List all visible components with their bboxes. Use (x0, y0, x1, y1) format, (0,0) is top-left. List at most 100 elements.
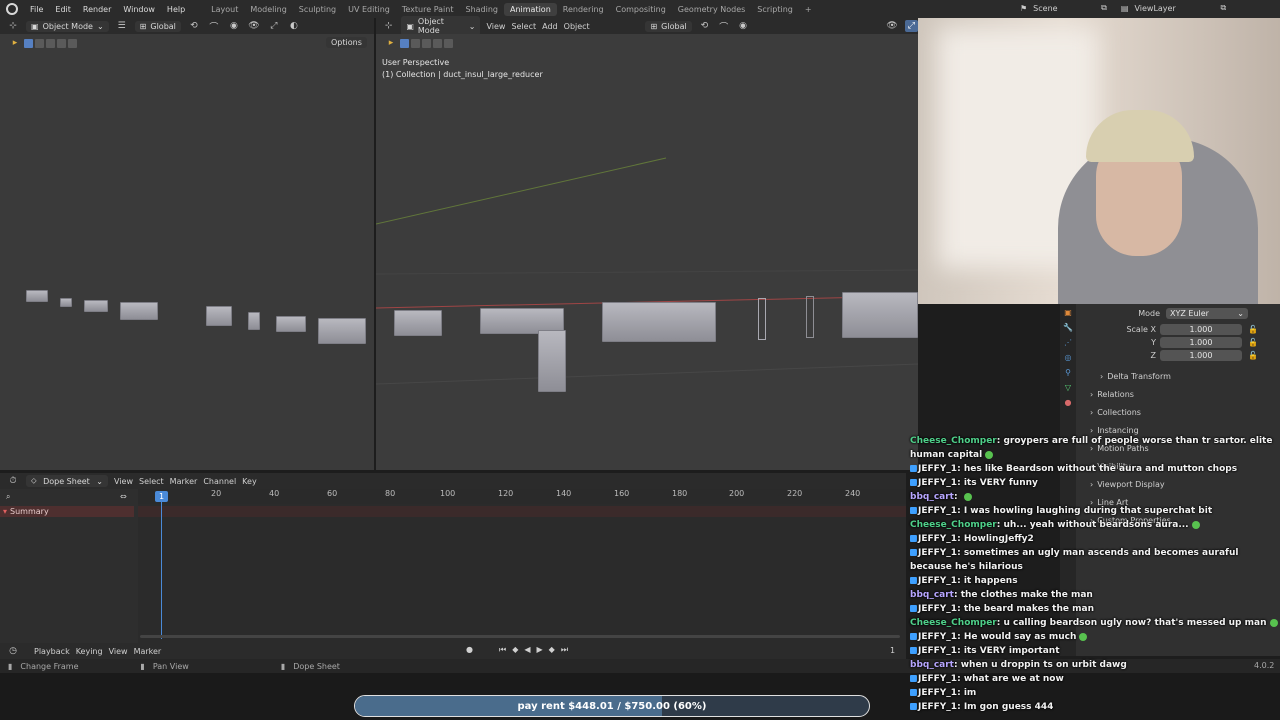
proportional-edit-icon[interactable]: ◉ (736, 20, 749, 32)
visibility-icon[interactable]: 👁 (885, 20, 898, 32)
scale-x-field[interactable]: 1.000 (1160, 324, 1242, 335)
material-tab-icon[interactable]: ● (1065, 398, 1072, 407)
blender-logo-icon[interactable] (6, 3, 18, 15)
dopesheet-mode-dropdown[interactable]: ⬦ Dope Sheet ⌄ (26, 475, 108, 487)
tab-modeling[interactable]: Modeling (244, 3, 292, 16)
next-key-icon[interactable]: ◆ (549, 645, 555, 655)
main-object-mode-dropdown[interactable]: ▣ Object Mode ⌄ (401, 16, 481, 36)
physics-tab-icon[interactable]: ◎ (1065, 353, 1072, 362)
particles-tab-icon[interactable]: ⋰ (1064, 338, 1072, 347)
tab-shading[interactable]: Shading (459, 3, 504, 16)
chat-username[interactable]: bbq_cart (910, 660, 954, 670)
menu-window[interactable]: Window (117, 5, 161, 14)
tab-scripting[interactable]: Scripting (751, 3, 799, 16)
select-cursor-icon[interactable]: ▸ (8, 37, 22, 49)
constraints-tab-icon[interactable]: ⚲ (1065, 368, 1071, 377)
chat-username[interactable]: JEFFY_1 (918, 464, 957, 474)
chat-username[interactable]: bbq_cart (910, 590, 954, 600)
chat-username[interactable]: JEFFY_1 (918, 674, 957, 684)
current-frame-indicator[interactable]: 1 (155, 491, 168, 502)
duct-object[interactable] (84, 300, 108, 312)
overlay-icon[interactable]: ◐ (287, 20, 301, 32)
menu-add[interactable]: Add (542, 22, 558, 31)
keying-menu[interactable]: Keying (76, 647, 103, 656)
select-subtract-icon[interactable] (46, 38, 55, 48)
editor-type-icon[interactable]: ⊹ (6, 20, 20, 32)
playback-menu[interactable]: Playback (34, 647, 70, 656)
view-layer-name[interactable]: ViewLayer (1134, 4, 1214, 13)
chat-username[interactable]: JEFFY_1 (918, 632, 957, 642)
duct-object[interactable] (26, 290, 48, 302)
duct-object[interactable] (602, 302, 716, 342)
duct-object[interactable] (842, 292, 918, 338)
modifier-tab-icon[interactable]: 🔧 (1063, 323, 1073, 332)
rotation-mode-dropdown[interactable]: XYZ Euler ⌄ (1166, 308, 1248, 319)
current-frame-field[interactable]: 1 (890, 646, 895, 655)
jump-end-icon[interactable]: ⏭ (561, 645, 568, 655)
menu-view[interactable]: View (114, 477, 133, 486)
tab-texture-paint[interactable]: Texture Paint (396, 3, 460, 16)
menu-select[interactable]: Select (511, 22, 536, 31)
record-icon[interactable]: ● (466, 645, 473, 655)
editor-type-icon[interactable]: ⏱ (6, 475, 20, 487)
chat-username[interactable]: JEFFY_1 (918, 702, 957, 712)
select-extend-icon[interactable] (35, 38, 44, 48)
data-tab-icon[interactable]: ▽ (1065, 383, 1071, 392)
playhead-line[interactable] (161, 497, 162, 639)
dopesheet-scrollbar[interactable] (140, 635, 900, 638)
menu-marker[interactable]: Marker (170, 477, 198, 486)
menu-select[interactable]: Select (139, 477, 164, 486)
tab-rendering[interactable]: Rendering (557, 3, 610, 16)
lock-icon[interactable]: 🔓 (1248, 325, 1258, 334)
chat-username[interactable]: JEFFY_1 (918, 534, 957, 544)
duct-object[interactable] (206, 306, 232, 326)
section-collections[interactable]: › Collections (1090, 408, 1141, 417)
chat-username[interactable]: bbq_cart (910, 492, 954, 502)
menu-channel[interactable]: Channel (203, 477, 236, 486)
gizmo-icon[interactable]: ⤢ (904, 20, 919, 32)
tab-geometry-nodes[interactable]: Geometry Nodes (672, 3, 751, 16)
pivot-icon[interactable]: ⟲ (187, 20, 201, 32)
menu-help[interactable]: Help (161, 5, 191, 14)
chat-username[interactable]: JEFFY_1 (918, 548, 957, 558)
duct-elbow-object[interactable] (538, 330, 566, 392)
hamburger-menu-icon[interactable]: ☰ (115, 20, 129, 32)
timeline-ruler[interactable]: 20 40 60 80 100 120 140 160 180 200 220 … (138, 489, 906, 504)
copy-view-layer-icon[interactable]: ⧉ (1220, 3, 1226, 13)
play-reverse-icon[interactable]: ◀ (524, 645, 530, 655)
section-relations[interactable]: › Relations (1090, 390, 1134, 399)
menu-view[interactable]: View (486, 22, 505, 31)
lock-icon[interactable]: 🔓 (1248, 351, 1258, 360)
view-menu[interactable]: View (109, 647, 128, 656)
snap-icon[interactable]: ⌒ (207, 20, 221, 33)
scale-z-field[interactable]: 1.000 (1160, 350, 1242, 361)
main-transform-dropdown[interactable]: ⊞ Global (645, 20, 692, 32)
duct-object[interactable] (318, 318, 366, 344)
scale-y-field[interactable]: 1.000 (1160, 337, 1242, 348)
timeline-editor-icon[interactable]: ◷ (6, 645, 20, 657)
duct-frame-object[interactable] (758, 298, 766, 340)
chat-username[interactable]: Cheese_Chomper (910, 618, 997, 628)
visibility-icon[interactable]: 👁 (247, 20, 261, 32)
menu-object[interactable]: Object (564, 22, 590, 31)
section-delta-transform[interactable]: › Delta Transform (1100, 372, 1171, 381)
swap-icon[interactable]: ⇔ (120, 492, 127, 501)
duct-frame-object[interactable] (806, 296, 814, 338)
tab-animation[interactable]: Animation (503, 2, 557, 16)
gizmo-icon[interactable]: ⤢ (267, 20, 281, 32)
select-box-icon[interactable] (24, 38, 33, 48)
options-dropdown[interactable]: Options (326, 37, 367, 48)
editor-type-icon[interactable]: ⊹ (382, 20, 395, 32)
marker-menu[interactable]: Marker (134, 647, 162, 656)
snap-icon[interactable]: ⌒ (717, 20, 730, 33)
duct-object[interactable] (248, 312, 260, 330)
chat-username[interactable]: Cheese_Chomper (910, 436, 997, 446)
select-invert-icon[interactable] (57, 38, 66, 48)
chat-username[interactable]: JEFFY_1 (918, 646, 957, 656)
left-object-mode-dropdown[interactable]: ▣ Object Mode ⌄ (26, 20, 109, 32)
main-viewport[interactable]: ▸ User Perspective (1) Collection | duct… (376, 34, 918, 470)
proportional-edit-icon[interactable]: ◉ (227, 20, 241, 32)
duct-object[interactable] (276, 316, 306, 332)
dopesheet-area[interactable]: ⌕ ⇔ ▾ Summary 20 40 60 80 100 120 140 16… (0, 489, 906, 643)
play-icon[interactable]: ▶ (537, 645, 543, 655)
